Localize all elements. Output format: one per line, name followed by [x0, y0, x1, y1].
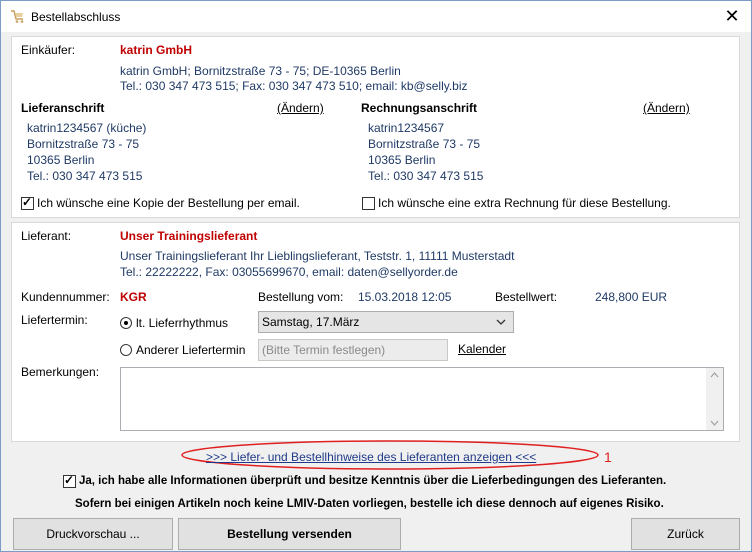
order-date-label: Bestellung vom: [258, 290, 344, 304]
delivery-address-line: Tel.: 030 347 473 515 [27, 169, 143, 183]
order-date: 15.03.2018 12:05 [358, 290, 452, 304]
confirm-label[interactable]: Ja, ich habe alle Informationen überprüf… [79, 475, 666, 487]
buyer-address: katrin GmbH; Bornitzstraße 73 - 75; DE-1… [120, 64, 401, 78]
supplier-panel: Lieferant: Unser Trainingslieferant Unse… [11, 222, 740, 442]
extra-invoice-label[interactable]: Ich wünsche eine extra Rechnung für dies… [378, 196, 671, 210]
billing-address-line: Tel.: 030 347 473 515 [368, 169, 484, 183]
delivery-address-line: katrin1234567 (küche) [27, 121, 147, 135]
scroll-up-icon[interactable] [710, 372, 719, 378]
chevron-down-icon [496, 319, 506, 325]
calendar-link[interactable]: Kalender [458, 342, 506, 356]
close-icon[interactable]: ✕ [720, 5, 744, 27]
other-date-placeholder: (Bitte Termin festlegen) [262, 343, 386, 357]
window-title: Bestellabschluss [31, 10, 121, 24]
buyer-contact: Tel.: 030 347 473 515; Fax: 030 347 473 … [120, 79, 468, 93]
send-order-button[interactable]: Bestellung versenden [178, 518, 401, 550]
annotation-number: 1 [604, 449, 612, 465]
order-value-label: Bestellwert: [495, 290, 558, 304]
delivery-date-label: Liefertermin: [21, 313, 88, 327]
rhythm-label[interactable]: lt. Lieferrhythmus [136, 316, 228, 330]
back-button[interactable]: Zurück [631, 518, 740, 550]
title-bar: Bestellabschluss ✕ [1, 1, 751, 32]
remarks-textarea[interactable] [120, 367, 724, 431]
billing-address-line: 10365 Berlin [368, 153, 436, 167]
order-dialog: Bestellabschluss ✕ Einkäufer: katrin Gmb… [0, 0, 752, 552]
billing-address-change-link[interactable]: (Ändern) [643, 101, 690, 115]
rhythm-select-value: Samstag, 17.März [262, 315, 360, 329]
customer-number-label: Kundennummer: [21, 290, 110, 304]
other-date-label[interactable]: Anderer Liefertermin [136, 343, 245, 357]
supplier-label: Lieferant: [21, 229, 72, 243]
confirm-checkbox[interactable] [63, 473, 76, 488]
supplier-hints-link[interactable]: >>> Liefer- und Bestellhinweise des Lief… [206, 450, 536, 464]
buyer-panel: Einkäufer: katrin GmbH katrin GmbH; Born… [11, 36, 740, 218]
print-preview-button[interactable]: Druckvorschau ... [13, 518, 173, 550]
buyer-label: Einkäufer: [21, 43, 76, 57]
other-date-field[interactable]: (Bitte Termin festlegen) [258, 339, 448, 361]
delivery-address-heading: Lieferanschrift [21, 101, 105, 115]
supplier-contact: Tel.: 22222222, Fax: 03055699670, email:… [120, 265, 458, 279]
order-value: 248,800 EUR [595, 290, 668, 304]
delivery-address-change-link[interactable]: (Ändern) [277, 101, 324, 115]
copy-email-label[interactable]: Ich wünsche eine Kopie der Bestellung pe… [37, 196, 300, 210]
delivery-address-line: 10365 Berlin [27, 153, 95, 167]
remarks-label: Bemerkungen: [21, 365, 100, 379]
extra-invoice-checkbox[interactable] [362, 197, 375, 210]
billing-address-line: katrin1234567 [368, 121, 445, 135]
copy-email-checkbox[interactable] [21, 195, 34, 210]
customer-number: KGR [120, 290, 147, 304]
scroll-down-icon[interactable] [710, 420, 719, 426]
other-date-radio[interactable] [120, 344, 132, 356]
buyer-name: katrin GmbH [120, 43, 193, 57]
rhythm-radio[interactable] [120, 317, 132, 329]
delivery-address-line: Bornitzstraße 73 - 75 [27, 137, 140, 151]
billing-address-heading: Rechnungsanschrift [361, 101, 478, 115]
app-icon [11, 10, 24, 23]
rhythm-select[interactable]: Samstag, 17.März [258, 311, 514, 333]
lmiv-notice: Sofern bei einigen Artikeln noch keine L… [75, 498, 664, 510]
supplier-address: Unser Trainingslieferant Ihr Lieblingsli… [120, 249, 515, 263]
remarks-scrollbar[interactable] [706, 368, 723, 430]
billing-address-line: Bornitzstraße 73 - 75 [368, 137, 481, 151]
supplier-name: Unser Trainingslieferant [120, 229, 258, 243]
